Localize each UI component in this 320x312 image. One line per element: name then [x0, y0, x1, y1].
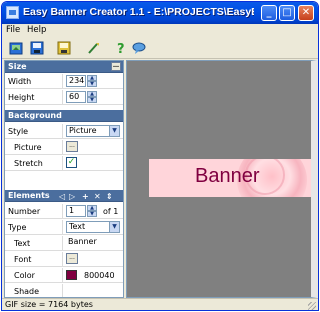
svg-text:?: ?: [117, 42, 125, 55]
delete-element-icon[interactable]: ✕: [94, 191, 101, 203]
element-count: of 1: [103, 207, 119, 216]
height-field[interactable]: 60: [66, 91, 86, 103]
wizard-icon[interactable]: [87, 41, 101, 55]
text-row: Text Banner: [5, 236, 123, 251]
type-row: Type Text ▼: [5, 220, 123, 235]
style-select[interactable]: Picture ▼: [66, 125, 120, 137]
banner-text: Banner: [195, 165, 260, 187]
help-icon[interactable]: ?: [114, 41, 128, 55]
text-field[interactable]: Banner: [66, 237, 120, 249]
number-row: Number 1 ▲ ▼ of 1: [5, 204, 123, 219]
width-row: Width 234 ▲ ▼: [5, 74, 123, 89]
color-swatch[interactable]: [66, 270, 77, 280]
font-row: Font ...: [5, 252, 123, 267]
color-value: 800040: [84, 271, 115, 280]
save-as-icon[interactable]: [57, 41, 71, 55]
open-icon[interactable]: [9, 41, 23, 55]
title-bar[interactable]: Easy Banner Creator 1.1 - E:\PROJECTS\Ea…: [2, 2, 318, 24]
stretch-row: Stretch ✓: [5, 156, 123, 171]
close-button[interactable]: ✕: [298, 5, 314, 21]
height-row: Height 60 ▲ ▼: [5, 90, 123, 105]
save-icon[interactable]: [30, 41, 44, 55]
add-element-icon[interactable]: +: [82, 191, 89, 203]
height-spinner[interactable]: ▲ ▼: [87, 91, 97, 103]
window-title: Easy Banner Creator 1.1 - E:\PROJECTS\Ea…: [23, 6, 254, 18]
elements-header: Elements ◁ ▷ + ✕ ⇕: [5, 190, 123, 202]
width-spinner[interactable]: ▲ ▼: [87, 75, 97, 87]
font-browse-button[interactable]: ...: [66, 253, 78, 264]
status-text: GIF size = 7164 bytes: [5, 300, 93, 309]
number-spinner[interactable]: ▲ ▼: [87, 205, 97, 217]
next-element-icon[interactable]: ▷: [69, 191, 75, 203]
picture-row: Picture ...: [5, 140, 123, 155]
properties-panel: Size … Width 234 ▲ ▼ Height 60 ▲ ▼ Backgro…: [4, 60, 124, 298]
banner-preview[interactable]: Banner: [149, 159, 311, 197]
app-icon[interactable]: [6, 6, 19, 19]
minimize-button[interactable]: _: [261, 5, 277, 21]
type-select[interactable]: Text ▼: [66, 221, 120, 233]
width-field[interactable]: 234: [66, 75, 86, 87]
size-header: Size …: [5, 61, 123, 73]
move-element-icon[interactable]: ⇕: [106, 191, 113, 203]
status-bar: GIF size = 7164 bytes: [2, 298, 318, 310]
toolbar: ?: [2, 37, 318, 59]
menu-bar: File Help: [2, 24, 318, 37]
maximize-button[interactable]: □: [279, 5, 295, 21]
chevron-down-icon[interactable]: ▼: [109, 126, 119, 136]
resize-grip[interactable]: [308, 302, 316, 310]
chevron-down-icon[interactable]: ▼: [109, 222, 119, 232]
size-options-button[interactable]: …: [111, 62, 121, 71]
prev-element-icon[interactable]: ◁: [59, 191, 65, 203]
number-field[interactable]: 1: [66, 205, 86, 217]
menu-help[interactable]: Help: [27, 25, 46, 35]
style-row: Style Picture ▼: [5, 124, 123, 139]
stretch-checkbox[interactable]: ✓: [66, 157, 77, 168]
menu-file[interactable]: File: [6, 25, 20, 35]
feedback-icon[interactable]: [132, 41, 146, 55]
app-window: Easy Banner Creator 1.1 - E:\PROJECTS\Ea…: [1, 1, 319, 311]
shade-row: Shade: [5, 284, 123, 297]
banner-preview-area[interactable]: Banner: [126, 60, 317, 298]
color-row: Color 800040: [5, 268, 123, 283]
background-header: Background: [5, 110, 123, 122]
picture-browse-button[interactable]: ...: [66, 141, 78, 152]
